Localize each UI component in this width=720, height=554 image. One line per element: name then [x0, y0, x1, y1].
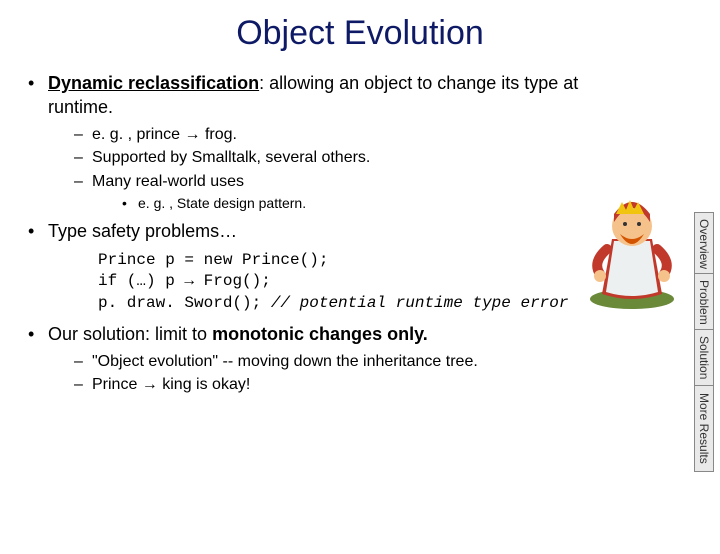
sub-example-frog: e. g. , prince → frog. — [74, 124, 622, 146]
tab-more-results[interactable]: More Results — [694, 386, 714, 472]
sub-smalltalk: Supported by Smalltalk, several others. — [74, 147, 622, 169]
side-tabs: Overview Problem Solution More Results — [694, 212, 716, 472]
text: Many real-world uses — [92, 173, 244, 190]
tab-solution[interactable]: Solution — [694, 330, 714, 386]
arrow-icon: → — [184, 272, 194, 290]
text: Our solution: limit to — [48, 324, 212, 344]
tab-problem[interactable]: Problem — [694, 274, 714, 330]
bullet-type-safety: Type safety problems… — [28, 219, 622, 243]
sub-prince-king: Prince → king is okay! — [74, 374, 622, 396]
text: king is okay! — [158, 376, 250, 393]
code-comment: // potential runtime type error — [271, 294, 569, 312]
code-line-1: Prince p = new Prince(); — [98, 250, 622, 272]
text: Prince — [92, 376, 142, 393]
text: Frog(); — [194, 272, 271, 290]
subsub-state-pattern: e. g. , State design pattern. — [122, 194, 622, 213]
code-line-3: p. draw. Sword(); // potential runtime t… — [98, 293, 622, 315]
tab-overview[interactable]: Overview — [694, 212, 714, 274]
arrow-icon: → — [185, 126, 201, 143]
code-sample: Prince p = new Prince(); if (…) p → Frog… — [98, 250, 622, 315]
term-dynamic-reclassification: Dynamic reclassification — [48, 73, 259, 93]
slide-title: Object Evolution — [0, 14, 720, 53]
code-line-2: if (…) p → Frog(); — [98, 271, 622, 293]
sub-object-evolution-def: "Object evolution" -- moving down the in… — [74, 351, 622, 373]
text: e. g. , prince — [92, 126, 185, 143]
text: p. draw. Sword(); — [98, 294, 271, 312]
arrow-icon: → — [142, 376, 158, 393]
slide-body: Dynamic reclassification: allowing an ob… — [0, 71, 640, 396]
bullet-dynamic-reclassification: Dynamic reclassification: allowing an ob… — [28, 71, 622, 213]
text: if (…) p — [98, 272, 184, 290]
text: frog. — [201, 126, 237, 143]
term-monotonic: monotonic changes only. — [212, 324, 428, 344]
sub-real-world: Many real-world uses e. g. , State desig… — [74, 171, 622, 213]
bullet-our-solution: Our solution: limit to monotonic changes… — [28, 322, 622, 395]
